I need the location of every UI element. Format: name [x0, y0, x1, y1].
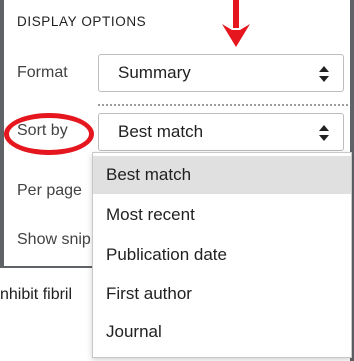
sort-by-select[interactable]: Best match: [98, 113, 344, 151]
format-select[interactable]: Summary: [98, 54, 344, 92]
sort-option-publication-date[interactable]: Publication date: [93, 236, 351, 274]
format-select-value: Summary: [118, 63, 191, 82]
per-page-label: Per page: [17, 182, 82, 199]
show-snippets-label: Show snip: [17, 231, 91, 248]
red-arrow-annotation-icon: [222, 0, 250, 47]
sort-option-best-match[interactable]: Best match: [93, 156, 351, 194]
sort-option-first-author[interactable]: First author: [93, 275, 351, 313]
background-result-text: nhibit fibril: [0, 286, 73, 303]
format-label: Format: [17, 64, 68, 81]
sort-option-most-recent[interactable]: Most recent: [93, 196, 351, 234]
sort-caret-icon: [319, 66, 329, 82]
dotted-divider: [98, 104, 352, 106]
sort-caret-icon: [319, 125, 329, 141]
display-options-heading: DISPLAY OPTIONS: [17, 14, 147, 29]
sort-option-journal[interactable]: Journal: [93, 313, 351, 351]
highlight-circle-annotation: [4, 113, 94, 155]
sort-by-select-value: Best match: [118, 122, 204, 141]
sort-by-dropdown[interactable]: Best match Most recent Publication date …: [92, 152, 352, 358]
